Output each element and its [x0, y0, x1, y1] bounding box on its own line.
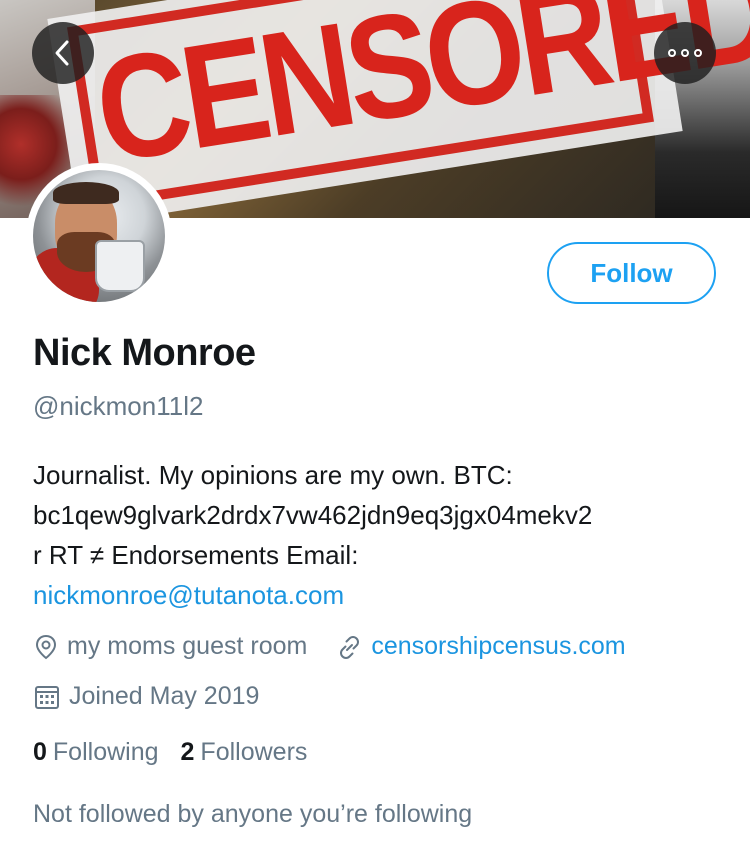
following-count: 0 — [33, 738, 47, 766]
avatar[interactable] — [26, 163, 172, 309]
username-handle: @nickmon11l2 — [33, 391, 204, 421]
following-count-link[interactable]: 0 Following — [33, 738, 159, 767]
location-item: my moms guest room — [33, 632, 307, 661]
website-link[interactable]: censorshipcensus.com — [371, 632, 625, 661]
more-options-button[interactable] — [654, 22, 716, 84]
follow-button[interactable]: Follow — [547, 242, 716, 304]
follow-counts: 0 Following 2 Followers — [33, 738, 329, 767]
bio-email-link[interactable]: nickmonroe@tutanota.com — [33, 580, 344, 610]
avatar-image — [33, 170, 165, 302]
display-name: Nick Monroe — [33, 332, 256, 374]
joined-row: Joined May 2019 — [33, 682, 287, 711]
joined-item: Joined May 2019 — [33, 682, 259, 711]
followers-count: 2 — [180, 738, 195, 766]
social-context-text: Not followed by anyone you’re following — [33, 800, 473, 828]
back-button[interactable] — [32, 22, 94, 84]
chevron-left-icon — [55, 40, 69, 66]
link-icon — [340, 635, 360, 659]
bio-line-3: r RT ≠ Endorsements Email: — [33, 540, 359, 570]
followers-count-link[interactable]: 2 Followers — [181, 738, 308, 767]
website-item[interactable]: censorshipcensus.com — [335, 632, 626, 661]
location-pin-icon — [35, 634, 57, 659]
profile-bio: Journalist. My opinions are my own. BTC:… — [33, 455, 733, 615]
profile-meta-row: my moms guest room censorshipcensus.com — [33, 632, 654, 661]
followers-label: Followers — [200, 738, 308, 766]
following-label: Following — [52, 738, 159, 766]
bio-line-1: Journalist. My opinions are my own. BTC: — [33, 460, 513, 490]
location-text: my moms guest room — [67, 632, 308, 660]
bio-line-2: bc1qew9glvark2drdx7vw462jdn9eq3jgx04mekv… — [33, 500, 593, 530]
more-horizontal-icon — [668, 49, 702, 57]
joined-text: Joined May 2019 — [69, 682, 260, 710]
calendar-icon — [35, 685, 59, 709]
